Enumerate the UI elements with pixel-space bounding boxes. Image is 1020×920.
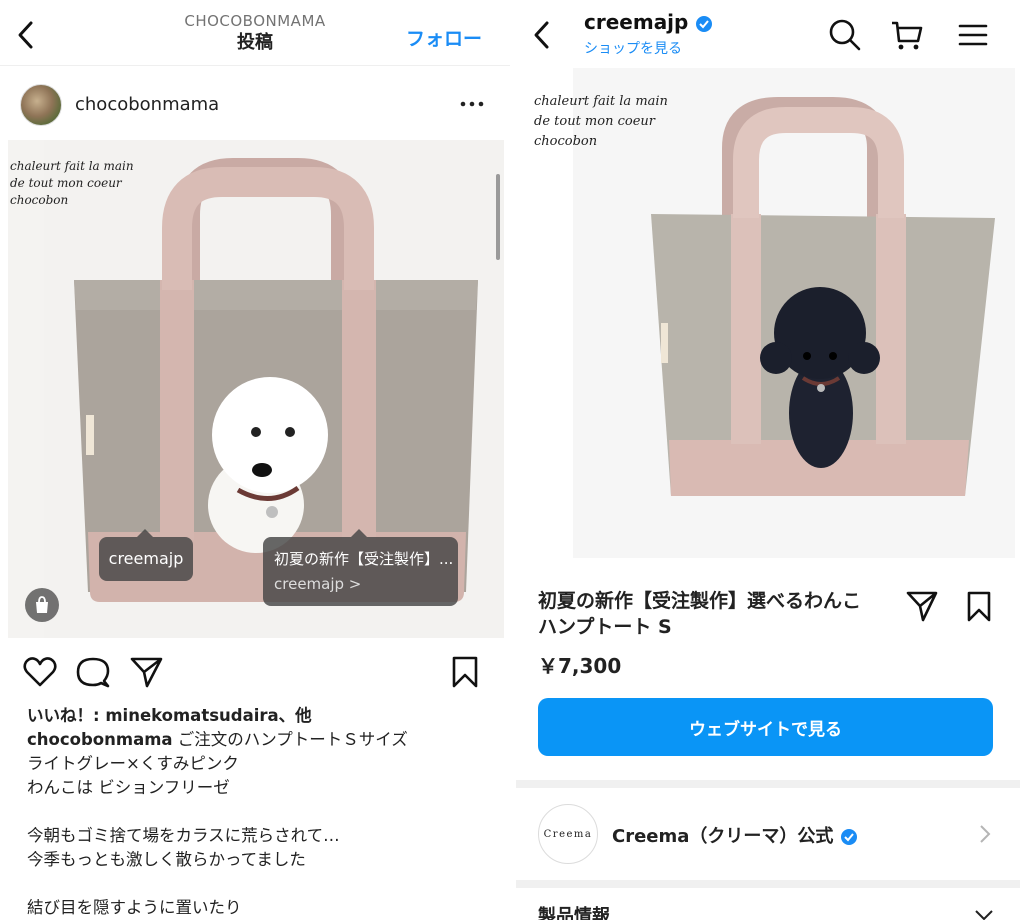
photo-watermark: chaleurt fait la main de tout mon coeur … — [534, 92, 668, 152]
post-header: CHOCOBONMAMA 投稿 フォロー — [0, 0, 510, 66]
caption-text: ご注文のハンプトートＳサイズ — [172, 730, 408, 749]
seller-name-row: Creema（クリーマ）公式 — [612, 822, 858, 848]
menu-icon[interactable] — [956, 18, 990, 52]
watermark-line: de tout mon coeur — [10, 176, 122, 190]
verified-badge-icon — [696, 15, 713, 32]
likes-text[interactable]: いいね！: minekomatsudaira、他 — [27, 704, 497, 728]
tag-sub-label: creemajp > — [274, 575, 362, 593]
verified-badge-icon — [840, 829, 857, 845]
back-button[interactable] — [524, 17, 560, 53]
follow-button[interactable]: フォロー — [406, 24, 482, 51]
caption-line: 今朝もゴミ捨て場をカラスに荒らされて… — [27, 826, 340, 845]
post-author-row: chocobonmama — [0, 80, 510, 130]
shop-name: creemajp — [584, 10, 689, 34]
seller-row[interactable]: Creema Creema（クリーマ）公式 — [516, 792, 1020, 878]
shop-name-row[interactable]: creemajp — [584, 10, 713, 34]
seller-name: Creema（クリーマ）公式 — [612, 826, 834, 847]
heart-icon[interactable] — [22, 654, 58, 690]
image-scrollbar[interactable] — [496, 174, 500, 260]
post-actions — [0, 650, 510, 694]
caption-line: 結び目を隠すように置いたり — [27, 898, 242, 917]
watermark-line: chocobon — [534, 134, 598, 149]
watermark-line: chaleurt fait la main — [534, 94, 668, 109]
product-tag-account[interactable]: creemajp — [99, 529, 193, 581]
shopping-bag-icon[interactable] — [25, 588, 59, 622]
view-website-button[interactable]: ウェブサイトで見る — [538, 698, 993, 756]
cart-icon[interactable] — [890, 18, 924, 52]
section-divider — [516, 780, 1020, 788]
avatar[interactable] — [20, 84, 62, 126]
product-price: ￥7,300 — [538, 654, 622, 678]
photo-watermark: chaleurt fait la main de tout mon coeur … — [10, 158, 134, 209]
caption-line: ライトグレー×くすみピンク — [27, 754, 239, 773]
share-icon[interactable] — [128, 654, 164, 690]
tag-label: 初夏の新作【受注製作】... — [274, 550, 454, 568]
view-shop-link[interactable]: ショップを見る — [584, 38, 682, 58]
tag-label: creemajp — [108, 549, 184, 568]
chevron-right-icon — [980, 825, 991, 843]
section-divider — [516, 880, 1020, 888]
caption-author[interactable]: chocobonmama — [27, 730, 173, 749]
shop-header: creemajp ショップを見る — [516, 0, 1020, 66]
share-icon[interactable] — [905, 589, 939, 623]
comment-icon[interactable] — [75, 654, 111, 690]
instagram-product-screen: creemajp ショップを見る chaleurt fait la main d… — [516, 0, 1020, 920]
bookmark-icon[interactable] — [962, 589, 996, 623]
product-tag-item[interactable]: 初夏の新作【受注製作】... creemajp > — [263, 529, 458, 606]
product-info-heading[interactable]: 製品情報 — [538, 902, 610, 920]
caption-line: 今季もっとも激しく散らかってました — [27, 850, 306, 869]
post-caption: いいね！: minekomatsudaira、他 chocobonmama ご注… — [27, 700, 497, 920]
product-title: 初夏の新作【受注製作】選べるわんこ ハンプトート S — [538, 590, 862, 638]
watermark-line: chocobon — [10, 193, 69, 207]
search-icon[interactable] — [828, 18, 862, 52]
post-photo[interactable]: chaleurt fait la main de tout mon coeur … — [8, 140, 504, 638]
watermark-line: de tout mon coeur — [534, 114, 655, 129]
chevron-down-icon[interactable] — [974, 908, 994, 920]
instagram-post-screen: CHOCOBONMAMA 投稿 フォロー chocobonmama chaleu… — [0, 0, 510, 920]
bookmark-icon[interactable] — [447, 654, 483, 690]
seller-logo: Creema — [538, 804, 598, 864]
more-options-icon[interactable] — [458, 92, 486, 116]
caption-line: chocobonmama ご注文のハンプトートＳサイズ — [27, 728, 497, 752]
post-username[interactable]: chocobonmama — [75, 94, 219, 115]
chevron-left-icon — [534, 21, 549, 49]
caption-line: わんこは ビションフリーゼ — [27, 778, 230, 797]
watermark-line: chaleurt fait la main — [10, 159, 134, 173]
